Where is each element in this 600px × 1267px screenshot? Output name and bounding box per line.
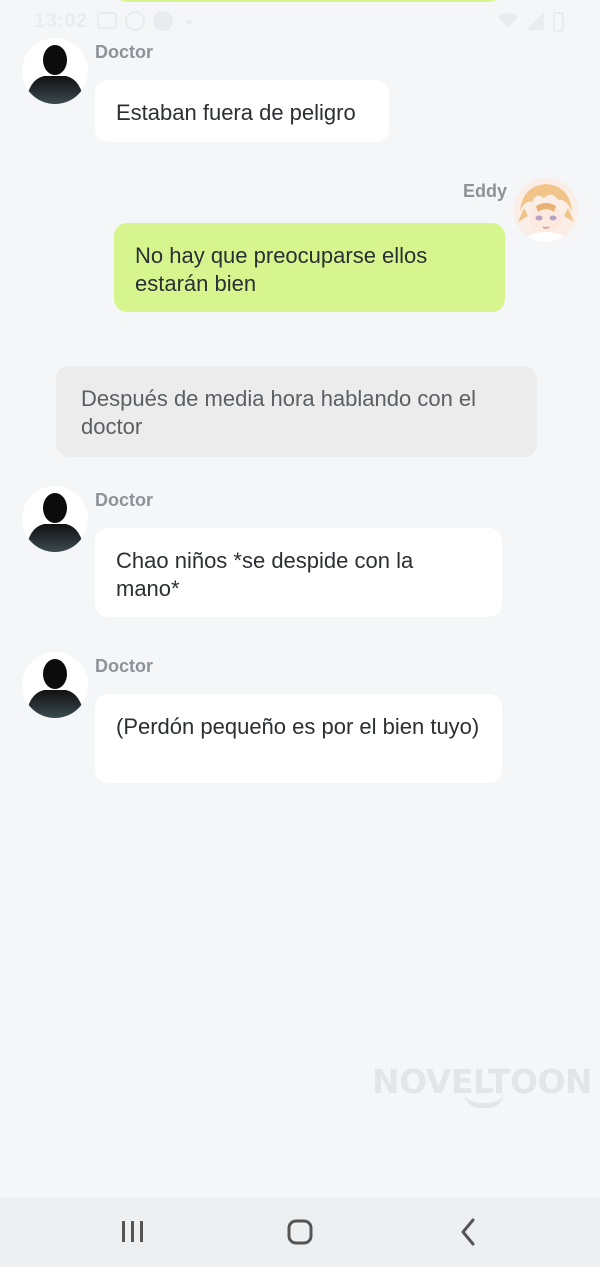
- chat-screen: 13:02 Doctor Estaban fuera de peligro Ed…: [0, 0, 600, 1267]
- eddy-avatar[interactable]: [514, 178, 578, 242]
- navigation-bar: [0, 1197, 600, 1267]
- message-bubble[interactable]: (Perdón pequeño es por el bien tuyo): [95, 694, 502, 783]
- doctor-silhouette-icon: [26, 45, 84, 104]
- notification-dot-icon: [186, 19, 192, 25]
- wifi-icon: [498, 13, 518, 28]
- speaker-name: Doctor: [95, 656, 153, 676]
- doctor-avatar[interactable]: [22, 652, 88, 718]
- doctor-avatar[interactable]: [22, 38, 88, 104]
- speaker-name: Eddy: [463, 181, 508, 201]
- messenger-icon: [153, 11, 173, 31]
- back-icon: [461, 1218, 475, 1246]
- gallery-icon: [97, 12, 117, 29]
- status-bar: 13:02: [0, 0, 600, 44]
- whatsapp-icon: [125, 11, 145, 31]
- speaker-name: Doctor: [95, 490, 153, 510]
- anime-character-icon: [514, 178, 578, 242]
- message-bubble[interactable]: Estaban fuera de peligro: [95, 80, 389, 142]
- back-button[interactable]: [408, 1197, 528, 1267]
- home-button[interactable]: [240, 1197, 360, 1267]
- doctor-avatar[interactable]: [22, 486, 88, 552]
- doctor-silhouette-icon: [26, 493, 84, 552]
- battery-icon: [553, 12, 564, 32]
- speaker-name: Doctor: [95, 42, 153, 62]
- recents-icon: [122, 1221, 143, 1242]
- message-bubble[interactable]: Chao niños *se despide con la mano*: [95, 528, 502, 617]
- message-bubble[interactable]: No hay que preocuparse ellos estarán bie…: [114, 223, 505, 312]
- doctor-silhouette-icon: [26, 659, 84, 718]
- noveltoon-watermark: NOVELTOON: [372, 1062, 593, 1114]
- smile-logo-icon: [464, 1092, 504, 1108]
- status-time: 13:02: [34, 10, 88, 32]
- home-icon: [287, 1219, 313, 1245]
- signal-icon: [526, 12, 544, 30]
- narration-bubble: Después de media hora hablando con el do…: [56, 366, 537, 457]
- recents-button[interactable]: [73, 1197, 193, 1267]
